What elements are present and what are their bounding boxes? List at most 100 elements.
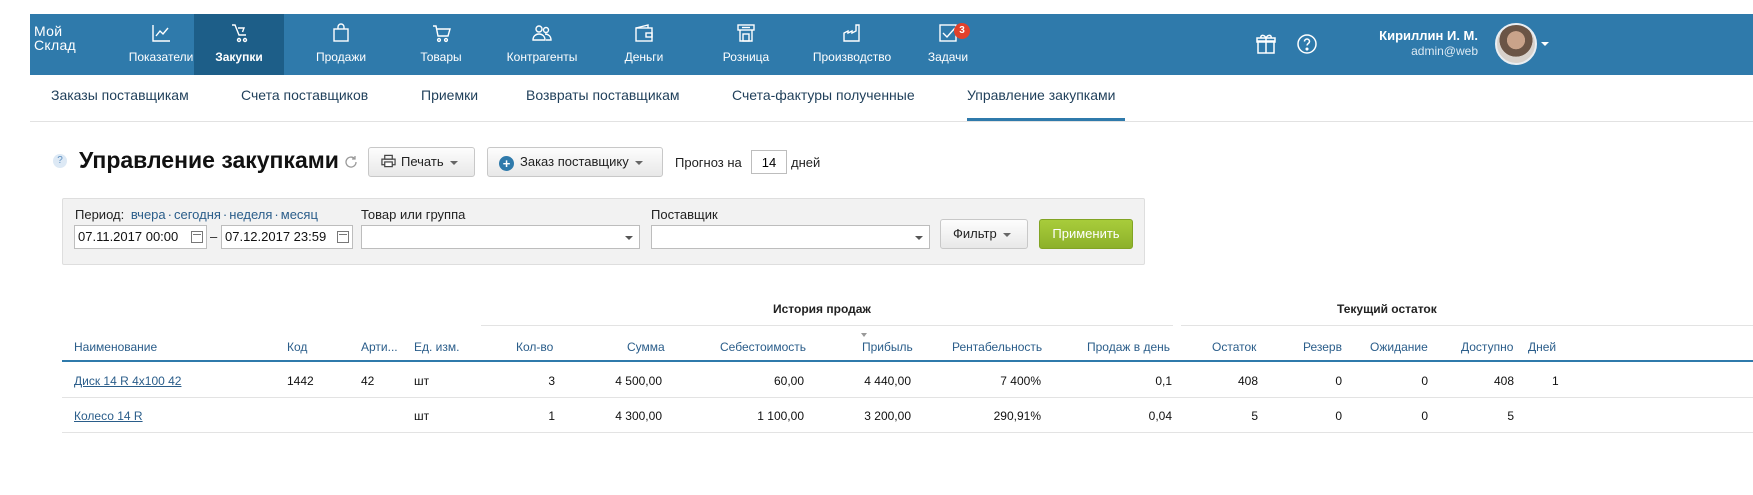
plus-icon: + <box>499 156 514 171</box>
chevron-down-icon <box>1002 232 1011 237</box>
calendar-icon[interactable] <box>191 231 203 243</box>
nav-item-contractors[interactable]: Контрагенты <box>492 14 592 75</box>
supplier-order-button[interactable]: + Заказ поставщику <box>487 147 663 177</box>
column-header-sum[interactable]: Сумма <box>627 340 665 354</box>
tab-supplier-returns[interactable]: Возвраты поставщикам <box>526 87 679 103</box>
sales-history-group-line <box>481 325 1173 326</box>
app-logo[interactable]: Мой Склад <box>34 24 94 52</box>
forecast-prefix-label: Прогноз на <box>675 155 742 170</box>
current-stock-group-line <box>1181 325 1753 326</box>
product-group-select[interactable] <box>361 225 640 249</box>
user-info[interactable]: Кириллин И. М. admin@web <box>1330 14 1478 75</box>
filter-button[interactable]: Фильтр <box>940 219 1028 249</box>
column-header-sales-per-day[interactable]: Продаж в день <box>1087 340 1170 354</box>
nav-item-retail[interactable]: Розница <box>706 14 786 75</box>
column-header-expected[interactable]: Ожидание <box>1370 340 1428 354</box>
date-from-value: 07.11.2017 00:00 <box>78 229 179 244</box>
apply-button[interactable]: Применить <box>1039 219 1133 249</box>
period-selector: Период: вчера · сегодня · неделя · месяц <box>75 207 318 222</box>
table-row[interactable]: Колесо 14 R шт 1 4 300,00 1 100,00 3 200… <box>62 397 1753 433</box>
tab-purchase-management[interactable]: Управление закупками <box>967 87 1115 103</box>
cell-profitability: 7 400% <box>1000 374 1041 388</box>
product-name-link[interactable]: Колесо 14 R <box>74 409 143 423</box>
cell-sales-per-day: 0,04 <box>1148 409 1172 423</box>
column-header-days[interactable]: Дней <box>1528 340 1556 354</box>
cell-sum: 4 300,00 <box>615 409 662 423</box>
column-header-quantity[interactable]: Кол-во <box>516 340 553 354</box>
nav-label: Показатели <box>128 50 194 64</box>
period-week-link[interactable]: неделя <box>229 207 272 222</box>
print-button[interactable]: Печать <box>368 147 475 177</box>
purchases-icon <box>232 24 248 43</box>
column-header-name[interactable]: Наименование <box>74 340 157 354</box>
avatar[interactable] <box>1495 23 1537 65</box>
cell-quantity: 3 <box>548 374 555 388</box>
tab-receipts[interactable]: Приемки <box>421 87 478 103</box>
nav-item-production[interactable]: Производство <box>796 14 908 75</box>
store-icon <box>737 24 755 42</box>
cell-profit: 3 200,00 <box>864 409 911 423</box>
cell-profit: 4 440,00 <box>864 374 911 388</box>
forecast-days-input[interactable] <box>751 150 787 174</box>
active-tab-underline <box>967 118 1125 121</box>
supplier-label: Поставщик <box>651 207 718 222</box>
page-help-icon[interactable]: ? <box>53 154 67 168</box>
cell-article: 42 <box>361 374 375 388</box>
column-header-profitability[interactable]: Рентабельность <box>952 340 1042 354</box>
refresh-icon[interactable] <box>343 154 359 170</box>
nav-label: Продажи <box>315 50 367 64</box>
supplier-select[interactable] <box>651 225 930 249</box>
logo-line2: Склад <box>34 37 77 53</box>
current-stock-group-header: Текущий остаток <box>1337 302 1437 316</box>
period-month-link[interactable]: месяц <box>281 207 318 222</box>
cart-icon <box>433 25 451 43</box>
logo-line1: Мой <box>34 23 63 39</box>
period-today-link[interactable]: сегодня <box>174 207 221 222</box>
date-range-dash: – <box>210 229 218 244</box>
tab-received-invoices[interactable]: Счета-фактуры полученные <box>732 87 915 103</box>
nav-item-sales[interactable]: Продажи <box>296 14 386 75</box>
nav-item-money[interactable]: Деньги <box>604 14 684 75</box>
supplier-order-button-label: Заказ поставщику <box>520 154 629 169</box>
column-header-reserve[interactable]: Резерв <box>1303 340 1342 354</box>
nav-label: Розница <box>722 50 770 64</box>
cell-quantity: 1 <box>548 409 555 423</box>
cell-available: 408 <box>1493 374 1514 388</box>
tab-supplier-orders[interactable]: Заказы поставщикам <box>51 87 189 103</box>
column-header-available[interactable]: Доступно <box>1461 340 1513 354</box>
gift-icon[interactable] <box>1254 32 1278 56</box>
nav-item-indicators[interactable]: Показатели <box>118 14 204 75</box>
help-icon[interactable] <box>1295 32 1319 56</box>
date-from-field[interactable]: 07.11.2017 00:00 <box>74 225 207 249</box>
wallet-icon <box>635 24 653 42</box>
chevron-down-icon[interactable] <box>1541 42 1549 46</box>
chevron-down-icon <box>625 236 633 240</box>
column-header-code[interactable]: Код <box>287 340 307 354</box>
calendar-icon[interactable] <box>337 231 349 243</box>
cell-unit: шт <box>414 409 430 423</box>
cell-code: 1442 <box>287 374 314 388</box>
column-header-article[interactable]: Арти... <box>361 340 398 354</box>
column-header-cost[interactable]: Себестоимость <box>720 340 806 354</box>
filter-button-label: Фильтр <box>953 226 997 241</box>
nav-item-tasks[interactable]: 3 Задачи <box>918 14 978 75</box>
date-to-field[interactable]: 07.12.2017 23:59 <box>221 225 353 249</box>
column-header-profit[interactable]: Прибыль <box>862 340 913 354</box>
top-navigation-bar: Мой Склад Показатели Закупки Продажи Тов… <box>30 14 1753 75</box>
table-row[interactable]: Диск 14 R 4x100 42 1442 42 шт 3 4 500,00… <box>62 362 1753 398</box>
chart-line-icon <box>152 25 170 42</box>
chevron-down-icon <box>915 236 923 240</box>
nav-label: Задачи <box>927 50 969 64</box>
cell-reserve: 0 <box>1335 409 1342 423</box>
nav-item-purchases[interactable]: Закупки <box>194 14 284 75</box>
period-yesterday-link[interactable]: вчера <box>131 207 166 222</box>
tab-supplier-invoices[interactable]: Счета поставщиков <box>241 87 368 103</box>
shopping-bag-icon <box>333 23 349 42</box>
cell-expected: 0 <box>1421 409 1428 423</box>
user-login: admin@web <box>1411 44 1478 58</box>
factory-icon <box>843 24 860 42</box>
column-header-unit[interactable]: Ед. изм. <box>414 340 459 354</box>
column-header-stock[interactable]: Остаток <box>1212 340 1256 354</box>
product-name-link[interactable]: Диск 14 R 4x100 42 <box>74 374 181 388</box>
nav-item-goods[interactable]: Товары <box>398 14 484 75</box>
